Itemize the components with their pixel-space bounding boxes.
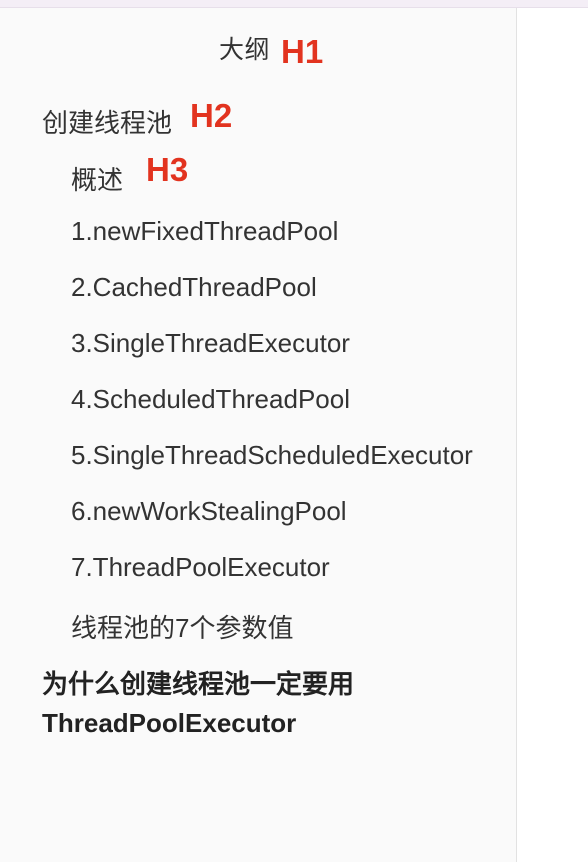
outline-item-thread-pool-7-params[interactable]: 线程池的7个参数值 [71, 608, 293, 645]
h2-annotation: H2 [190, 97, 233, 134]
h3-annotation: H3 [146, 151, 189, 188]
outline-item-scheduled-thread-pool[interactable]: 4.ScheduledThreadPool [71, 384, 350, 415]
outline-title: 大纲 [219, 36, 271, 64]
outline-item-new-fixed-thread-pool[interactable]: 1.newFixedThreadPool [71, 216, 338, 247]
outline-item-create-thread-pool[interactable]: 创建线程池 [42, 103, 172, 140]
outline-item-cached-thread-pool[interactable]: 2.CachedThreadPool [71, 272, 317, 303]
h1-annotation: H1 [281, 33, 324, 70]
outline-item-overview[interactable]: 概述 [71, 160, 123, 197]
outline-item-thread-pool-executor[interactable]: 7.ThreadPoolExecutor [71, 552, 330, 583]
outline-item-single-thread-scheduled-executor[interactable]: 5.SingleThreadScheduledExecutor [71, 440, 473, 471]
outline-item-single-thread-executor[interactable]: 3.SingleThreadExecutor [71, 328, 350, 359]
outline-item-why-thread-pool-executor-line1[interactable]: 为什么创建线程池一定要用 [42, 664, 354, 701]
editor-content-area[interactable] [517, 8, 588, 862]
app-window: 大纲 H1 创建线程池 H2 概述 H3 1.newFixedThreadPoo… [0, 0, 588, 862]
outline-item-new-work-stealing-pool[interactable]: 6.newWorkStealingPool [71, 496, 347, 527]
outline-item-why-thread-pool-executor-line2[interactable]: ThreadPoolExecutor [42, 708, 296, 739]
top-border-strip [0, 0, 588, 8]
